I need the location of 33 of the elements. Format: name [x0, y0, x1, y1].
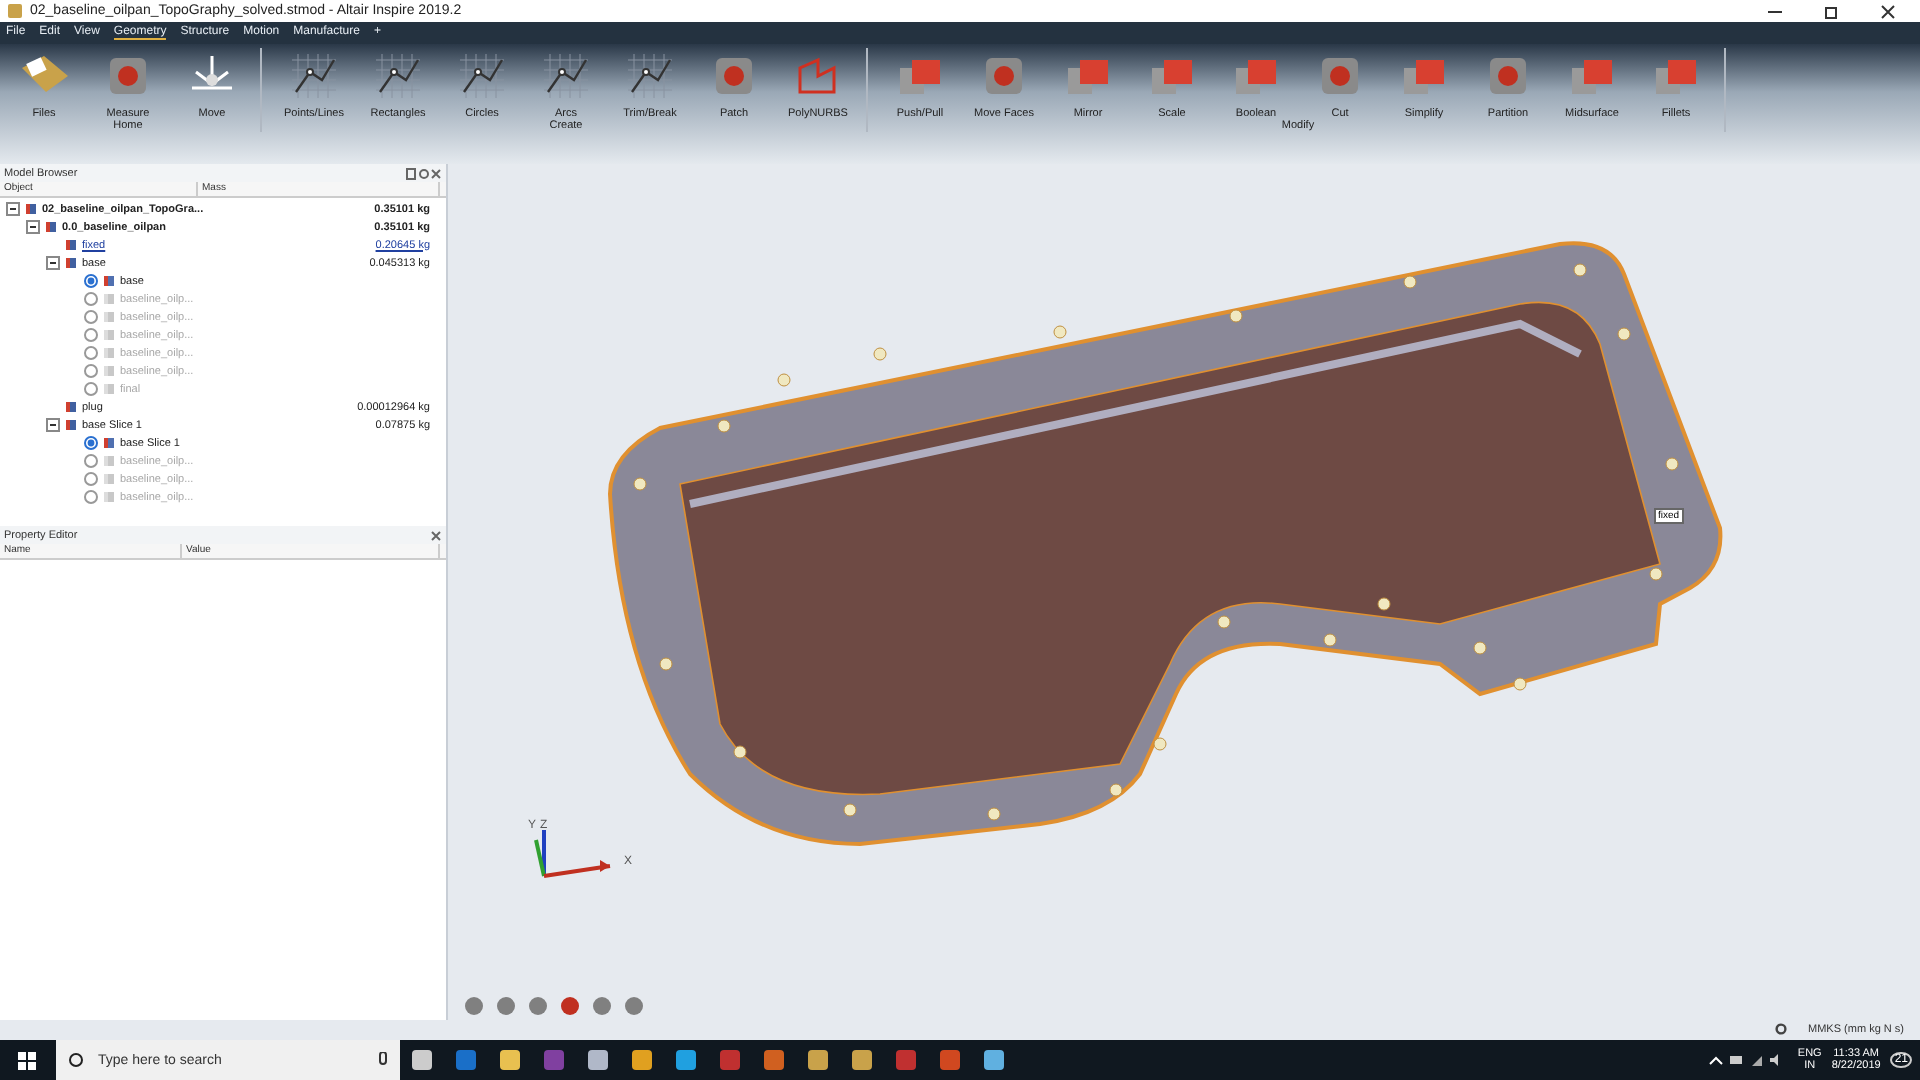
sketch-grid-icon	[622, 48, 678, 104]
radio-button[interactable]	[84, 472, 98, 486]
radio-button[interactable]	[84, 382, 98, 396]
sketch-grid-icon	[538, 48, 594, 104]
app-icon[interactable]	[808, 1050, 828, 1070]
radio-button[interactable]	[84, 310, 98, 324]
app-icon[interactable]	[852, 1050, 872, 1070]
panel-controls-icon[interactable]	[406, 167, 442, 179]
search-icon	[68, 1052, 84, 1068]
radio-button[interactable]	[84, 328, 98, 342]
collapse-icon[interactable]	[6, 202, 20, 216]
app-icon	[8, 4, 22, 18]
radio-button[interactable]	[84, 346, 98, 360]
radio-button[interactable]	[84, 274, 98, 288]
axis-triad-drawing	[534, 830, 611, 878]
collapse-icon[interactable]	[26, 220, 40, 234]
app-icon[interactable]	[896, 1050, 916, 1070]
radio-button[interactable]	[84, 436, 98, 450]
settings-icon[interactable]	[1774, 1022, 1789, 1036]
microphone-icon[interactable]	[378, 1052, 388, 1068]
radio-button[interactable]	[84, 490, 98, 504]
radio-button[interactable]	[84, 454, 98, 468]
app-icon[interactable]	[720, 1050, 740, 1070]
collapse-icon[interactable]	[46, 418, 60, 432]
sketch-grid-icon	[370, 48, 426, 104]
app-icon[interactable]	[588, 1050, 608, 1070]
collapse-icon[interactable]	[46, 256, 60, 270]
sketch-grid-icon	[286, 48, 342, 104]
radio-button[interactable]	[84, 292, 98, 306]
view-controls-icon[interactable]	[465, 997, 643, 1015]
radio-button[interactable]	[84, 364, 98, 378]
sketch-grid-icon	[454, 48, 510, 104]
app-icon[interactable]	[764, 1050, 784, 1070]
